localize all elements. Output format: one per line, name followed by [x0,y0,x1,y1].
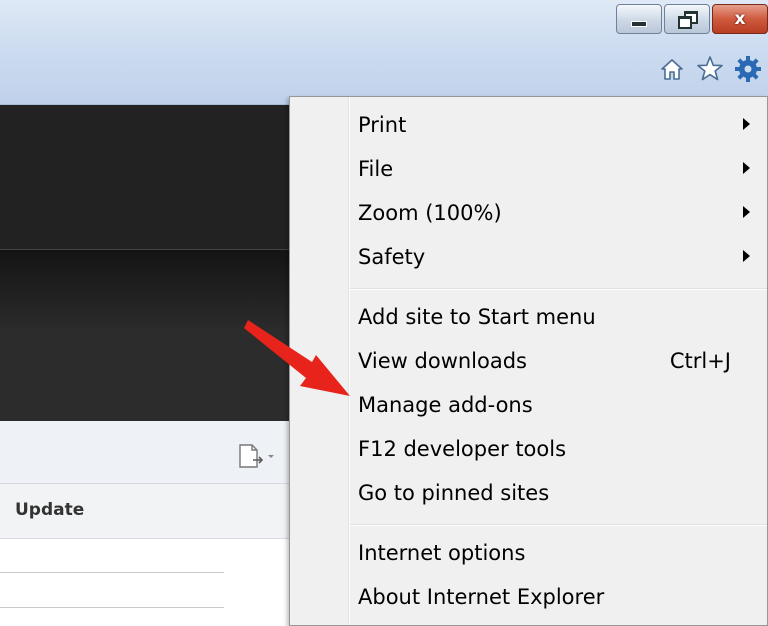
menu-item-label: View downloads [358,349,527,373]
tools-gear-icon [735,56,761,82]
home-icon [661,59,683,80]
favorites-star-icon [697,56,723,81]
menu-item-go-to-pinned-sites[interactable]: Go to pinned sites [290,473,767,513]
submenu-arrow-icon [743,118,750,130]
menu-item-label: Safety [358,245,426,269]
menu-item-shortcut: Ctrl+J [669,349,731,373]
submenu-arrow-icon [743,250,750,262]
restore-icon [678,11,698,29]
menu-item-label: Zoom (100%) [358,201,502,225]
submenu-arrow-icon [743,162,750,174]
minimize-icon [631,21,647,27]
menu-item-internet-options[interactable]: Internet options [290,533,767,573]
column-header[interactable]: Update [0,484,290,539]
list-row-divider [0,607,224,608]
red-arrow-annotation [244,320,350,396]
tools-button[interactable] [734,55,762,83]
home-button[interactable] [658,55,686,83]
menu-item-label: About Internet Explorer [358,585,605,609]
menu-item-label: Add site to Start menu [358,305,596,329]
menu-item-zoom[interactable]: Zoom (100%) [290,193,767,233]
submenu-arrow-icon [743,206,750,218]
menu-item-label: Go to pinned sites [358,481,550,505]
menu-item-print[interactable]: Print [290,105,767,145]
menu-item-view-downloads[interactable]: View downloads Ctrl+J [290,341,767,381]
menu-item-manage-add-ons[interactable]: Manage add-ons [290,385,767,425]
menu-item-label: Internet options [358,541,526,565]
tools-menu: Print File Zoom (100%) Safety Add site t… [289,96,768,626]
menu-item-safety[interactable]: Safety [290,237,767,277]
close-icon: x [734,8,746,29]
menu-item-file[interactable]: File [290,149,767,189]
restore-button[interactable] [664,4,710,34]
menu-item-label: Print [358,113,407,137]
favorites-button[interactable] [696,55,724,83]
page-header-dark [0,105,290,249]
new-page-icon[interactable] [238,443,274,469]
caption-buttons: x [614,4,768,36]
menu-item-label: F12 developer tools [358,437,567,461]
list-row-divider [0,572,224,573]
close-button[interactable]: x [712,4,768,34]
menu-item-f12-developer-tools[interactable]: F12 developer tools [290,429,767,469]
menu-separator [350,524,767,526]
browser-frame: x [0,0,768,105]
page-command-row [0,421,290,484]
menu-item-about-internet-explorer[interactable]: About Internet Explorer [290,577,767,617]
column-header-update: Update [15,500,85,520]
minimize-button[interactable] [616,4,662,34]
menu-item-label: Manage add-ons [358,393,533,417]
command-icons [658,55,762,83]
menu-item-add-site-to-start[interactable]: Add site to Start menu [290,297,767,337]
menu-item-label: File [358,157,394,181]
menu-separator [350,288,767,290]
